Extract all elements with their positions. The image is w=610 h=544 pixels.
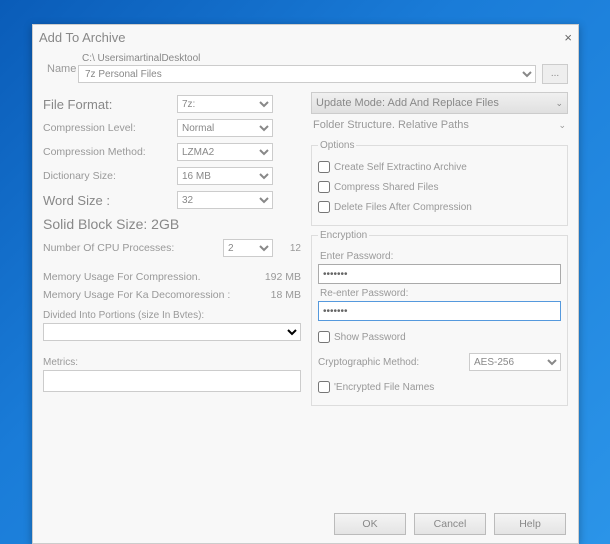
archive-path: C:\ UsersimartinalDesktool: [78, 53, 568, 64]
self-extracting-checkbox[interactable]: [318, 161, 330, 173]
encryption-legend: Encryption: [318, 230, 369, 241]
dictionary-size-label: Dictionary Size:: [43, 170, 177, 182]
reenter-password-label: Re-enter Password:: [320, 288, 561, 299]
solid-block-size-label: Solid Block Size: 2GB: [43, 212, 301, 236]
add-to-archive-dialog: Add To Archive × Name C:\ Usersimartinal…: [32, 24, 579, 544]
crypto-method-select[interactable]: AES-256: [469, 353, 561, 371]
reenter-password-input[interactable]: [318, 301, 561, 321]
options-group: Options Create Self Extractino Archive C…: [311, 140, 568, 226]
folder-structure-row[interactable]: Folder Structure. Relative Paths ⌄: [311, 114, 568, 136]
compression-method-label: Compression Method:: [43, 146, 177, 158]
word-size-label: Word Size :: [43, 193, 177, 208]
cpu-max: 12: [273, 243, 301, 254]
mem-compression-label: Memory Usage For Compression.: [43, 271, 201, 283]
close-icon[interactable]: ×: [564, 30, 572, 45]
cancel-button[interactable]: Cancel: [414, 513, 486, 535]
show-password-label: Show Password: [334, 332, 406, 343]
compression-level-label: Compression Level:: [43, 122, 177, 134]
chevron-down-icon: ⌄: [558, 120, 566, 131]
divided-portions-select[interactable]: [43, 323, 301, 341]
enter-password-label: Enter Password:: [320, 251, 561, 262]
mem-decompression-value: 18 MB: [271, 289, 301, 301]
archive-name-row: Name C:\ UsersimartinalDesktool 7z Perso…: [43, 53, 568, 84]
cpu-processes-label: Number Of CPU Processes:: [43, 242, 223, 254]
encrypt-filenames-label: 'Encrypted File Names: [334, 382, 434, 393]
compress-shared-label: Compress Shared Files: [334, 182, 438, 193]
update-mode-select[interactable]: Update Mode: Add And Replace Files ⌄: [311, 92, 568, 114]
cpu-processes-select[interactable]: 2: [223, 239, 273, 257]
help-button[interactable]: Help: [494, 513, 566, 535]
metrics-input[interactable]: [43, 370, 301, 392]
titlebar: Add To Archive ×: [33, 25, 578, 49]
mem-decompression-label: Memory Usage For Ka Decomoression :: [43, 289, 230, 301]
show-password-checkbox[interactable]: [318, 331, 330, 343]
crypto-method-label: Cryptographic Method:: [318, 357, 463, 368]
mem-compression-value: 192 MB: [265, 271, 301, 283]
file-format-select[interactable]: 7z:: [177, 95, 273, 113]
file-format-label: File Format:: [43, 97, 177, 112]
self-extracting-label: Create Self Extractino Archive: [334, 162, 467, 173]
compress-shared-checkbox[interactable]: [318, 181, 330, 193]
enter-password-input[interactable]: [318, 264, 561, 284]
compression-level-select[interactable]: Normal: [177, 119, 273, 137]
word-size-select[interactable]: 32: [177, 191, 273, 209]
dialog-title: Add To Archive: [39, 30, 125, 45]
chevron-down-icon: ⌄: [555, 98, 563, 109]
delete-after-label: Delete Files After Compression: [334, 202, 472, 213]
archive-name-select[interactable]: 7z Personal Files: [78, 65, 536, 83]
delete-after-checkbox[interactable]: [318, 201, 330, 213]
encrypt-filenames-checkbox[interactable]: [318, 381, 330, 393]
ok-button[interactable]: OK: [334, 513, 406, 535]
dialog-buttons: OK Cancel Help: [334, 513, 566, 535]
name-label: Name: [43, 63, 78, 75]
dictionary-size-select[interactable]: 16 MB: [177, 167, 273, 185]
browse-button[interactable]: ...: [542, 64, 568, 84]
metrics-label: Metrics:: [43, 357, 301, 368]
options-legend: Options: [318, 140, 356, 151]
divided-label: Divided Into Portions (size In Bvtes):: [43, 310, 301, 321]
compression-method-select[interactable]: LZMA2: [177, 143, 273, 161]
encryption-group: Encryption Enter Password: Re-enter Pass…: [311, 230, 568, 406]
